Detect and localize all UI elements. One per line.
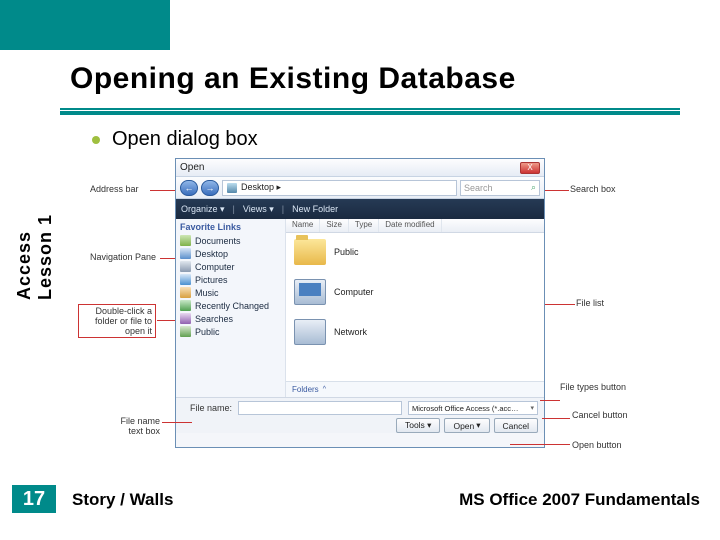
open-button[interactable]: Open ▾ (444, 418, 489, 433)
side-label: Access Lesson 1 (14, 140, 56, 300)
nav-back-button[interactable]: ← (180, 180, 198, 196)
col-name[interactable]: Name (286, 219, 320, 232)
callout-filename: File name text box (105, 416, 160, 436)
footer-author: Story / Walls (72, 490, 173, 510)
list-item[interactable]: Network (294, 319, 536, 345)
chevron-down-icon: ▾ (476, 420, 480, 431)
column-headers[interactable]: Name Size Type Date modified (286, 219, 544, 233)
documents-icon (180, 235, 191, 246)
list-item[interactable]: Public (294, 239, 536, 265)
col-size[interactable]: Size (320, 219, 349, 232)
callout-address-bar: Address bar (90, 184, 139, 194)
page-number: 17 (12, 485, 56, 513)
open-dialog: Open X ← → Desktop ▸ Search ⌕ Organize ▾… (175, 158, 545, 448)
pictures-icon (180, 274, 191, 285)
breadcrumb[interactable]: Desktop ▸ (222, 180, 457, 196)
public-icon (180, 326, 191, 337)
col-type[interactable]: Type (349, 219, 379, 232)
col-date[interactable]: Date modified (379, 219, 441, 232)
bullet-text: Open dialog box (112, 128, 258, 151)
dialog-bottom: File name: Microsoft Office Access (*.ac… (176, 397, 544, 433)
filename-input[interactable] (238, 401, 402, 415)
fav-music[interactable]: Music (180, 286, 281, 299)
bullet-icon (92, 136, 100, 144)
searches-icon (180, 313, 191, 324)
callout-open: Open button (572, 440, 622, 450)
search-input[interactable]: Search ⌕ (460, 180, 540, 196)
chevron-up-icon: ^ (323, 386, 326, 393)
navigation-pane: Favorite Links Documents Desktop Compute… (176, 219, 286, 397)
callout-filetypes: File types button (560, 382, 626, 392)
callout-cancel: Cancel button (572, 410, 628, 420)
computer-icon (180, 261, 191, 272)
side-label-line2: Lesson 1 (35, 140, 56, 300)
desktop-icon (180, 248, 191, 259)
dialog-title: Open (180, 162, 204, 173)
folders-toggle[interactable]: Folders ^ (286, 381, 544, 397)
fav-searches[interactable]: Searches (180, 312, 281, 325)
dialog-titlebar[interactable]: Open X (176, 159, 544, 177)
fav-documents[interactable]: Documents (180, 234, 281, 247)
slide: Opening an Existing Database Open dialog… (0, 0, 720, 540)
recent-icon (180, 300, 191, 311)
header-cutout (170, 0, 720, 50)
desktop-icon (227, 183, 237, 193)
callout-nav-pane: Navigation Pane (90, 252, 156, 262)
fav-public[interactable]: Public (180, 325, 281, 338)
dialog-toolbar: Organize ▾ | Views ▾ | New Folder (176, 199, 544, 219)
breadcrumb-text: Desktop ▸ (241, 182, 281, 193)
newfolder-button[interactable]: New Folder (292, 204, 338, 214)
callout-file-list: File list (576, 298, 604, 308)
side-label-line1: Access (14, 231, 34, 300)
callout-doubleclick: Double-click a folder or file to open it (78, 304, 156, 338)
file-list-pane: Name Size Type Date modified Public Comp… (286, 219, 544, 397)
cancel-button[interactable]: Cancel (494, 418, 538, 433)
callout-search-box: Search box (570, 184, 616, 194)
fav-recent[interactable]: Recently Changed (180, 299, 281, 312)
page-title: Opening an Existing Database (70, 62, 516, 96)
organize-button[interactable]: Organize ▾ (181, 204, 225, 215)
search-placeholder: Search (464, 183, 493, 193)
tools-button[interactable]: Tools ▾ (396, 418, 440, 433)
search-icon: ⌕ (531, 182, 536, 193)
list-item[interactable]: Computer (294, 279, 536, 305)
file-list[interactable]: Public Computer Network (286, 233, 544, 381)
fav-desktop[interactable]: Desktop (180, 247, 281, 260)
dialog-body: Favorite Links Documents Desktop Compute… (176, 219, 544, 397)
music-icon (180, 287, 191, 298)
filename-label: File name: (182, 403, 232, 413)
folder-icon (294, 239, 326, 265)
footer-book: MS Office 2007 Fundamentals (459, 490, 700, 510)
chevron-down-icon: ▾ (530, 404, 534, 412)
network-icon (294, 319, 326, 345)
title-underline (60, 108, 680, 115)
close-button[interactable]: X (520, 162, 540, 174)
computer-icon (294, 279, 326, 305)
views-button[interactable]: Views ▾ (243, 204, 274, 215)
nav-forward-button[interactable]: → (201, 180, 219, 196)
fav-computer[interactable]: Computer (180, 260, 281, 273)
address-bar: ← → Desktop ▸ Search ⌕ (176, 177, 544, 199)
fav-header: Favorite Links (180, 222, 281, 232)
filetypes-combo[interactable]: Microsoft Office Access (*.acc… ▾ (408, 401, 538, 415)
fav-pictures[interactable]: Pictures (180, 273, 281, 286)
